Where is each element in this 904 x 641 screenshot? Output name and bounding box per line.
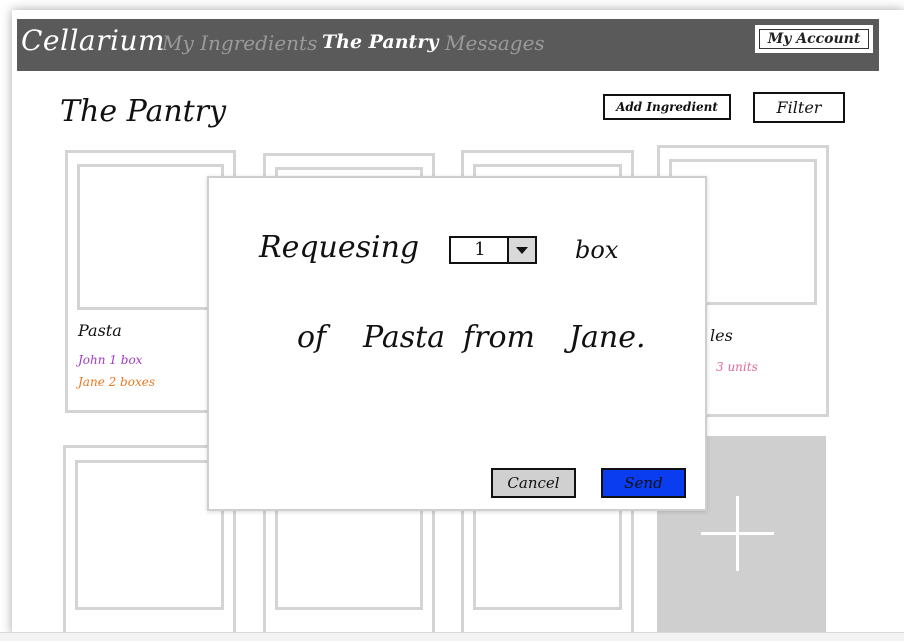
quantity-select[interactable]: 1 <box>449 236 537 264</box>
nav-messages[interactable]: Messages <box>445 31 545 55</box>
ingredient-name: les <box>710 326 733 345</box>
chevron-down-icon[interactable] <box>507 238 535 262</box>
dialog-unit: box <box>575 236 619 264</box>
dialog-text-of: of <box>297 320 327 355</box>
holder-text: 3 units <box>716 360 758 374</box>
page-bottom-edge <box>0 632 904 641</box>
my-account-button[interactable]: My Account <box>755 25 873 53</box>
nav-my-ingredients[interactable]: My Ingredients <box>162 31 317 55</box>
brand-logo[interactable]: Cellarium <box>21 24 165 57</box>
ingredient-name: Pasta <box>78 321 122 340</box>
filter-button[interactable]: Filter <box>753 92 845 123</box>
send-button[interactable]: Send <box>601 468 686 498</box>
dialog-item-name: Pasta <box>363 320 446 355</box>
ingredient-image-placeholder <box>77 164 224 310</box>
dialog-text-from: from <box>463 320 535 355</box>
request-dialog: Requesing 1 box of Pasta from Jane. Canc… <box>207 176 707 511</box>
page-title: The Pantry <box>60 94 227 129</box>
add-ingredient-button[interactable]: Add Ingredient <box>603 94 731 120</box>
top-nav: Cellarium My Ingredients The Pantry Mess… <box>17 19 879 71</box>
plus-icon <box>701 532 774 535</box>
nav-the-pantry[interactable]: The Pantry <box>322 31 438 53</box>
holder-entry: 3 units <box>716 360 758 374</box>
quantity-value: 1 <box>474 239 486 260</box>
holder-text: John 1 box <box>78 353 143 367</box>
ingredient-image-placeholder <box>75 460 224 610</box>
holder-text: Jane 2 boxes <box>78 375 155 389</box>
dialog-text-requesting: Requesing <box>259 230 420 265</box>
cancel-button[interactable]: Cancel <box>491 468 576 498</box>
dialog-owner-name: Jane. <box>569 320 646 355</box>
holder-entry: Jane 2 boxes <box>78 375 155 389</box>
holder-entry: John 1 box <box>78 353 142 367</box>
